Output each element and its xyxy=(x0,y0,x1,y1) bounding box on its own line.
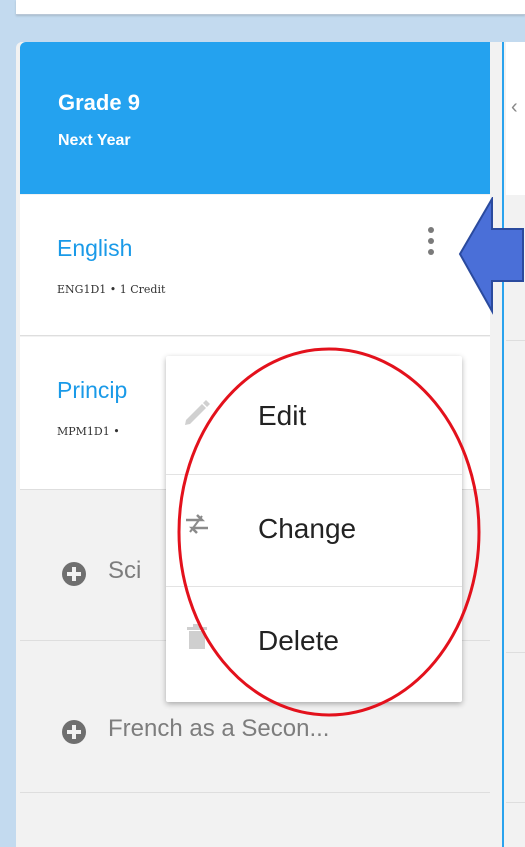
highlight-ellipse xyxy=(177,347,481,717)
partial-glyph: ‹ xyxy=(511,96,518,118)
more-options-icon[interactable] xyxy=(420,225,442,261)
course-name[interactable]: English xyxy=(57,235,132,262)
top-toolbar xyxy=(16,0,525,15)
add-course-label[interactable]: Sci xyxy=(108,557,141,585)
grade-header: Grade 9 Next Year xyxy=(20,42,490,194)
add-circle-icon[interactable] xyxy=(62,562,86,586)
course-meta: ENG1D1 • 1 Credit xyxy=(57,283,166,296)
course-card-english[interactable]: English ENG1D1 • 1 Credit xyxy=(20,195,490,336)
course-meta: MPM1D1 • xyxy=(57,425,120,438)
grade-title: Grade 9 xyxy=(58,90,140,115)
pointer-arrow-icon xyxy=(458,197,524,315)
grade-subtitle: Next Year xyxy=(58,132,131,149)
add-circle-icon[interactable] xyxy=(62,720,86,744)
course-name[interactable]: Princip xyxy=(57,377,127,404)
next-column-edge: ‹ xyxy=(506,42,525,847)
